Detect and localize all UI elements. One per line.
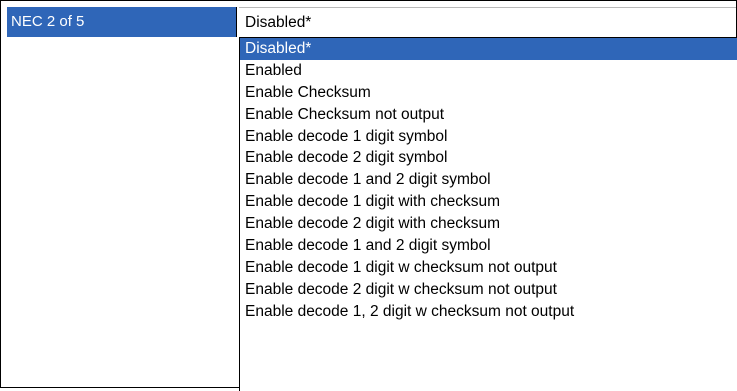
property-grid-frame: NEC 2 of 5 Disabled* Disabled* Enabled E… <box>0 0 737 391</box>
dropdown-option[interactable]: Enable decode 2 digit w checksum not out… <box>240 279 737 301</box>
dropdown-options-list[interactable]: Disabled* Enabled Enable Checksum Enable… <box>239 37 737 391</box>
dropdown-option[interactable]: Enable decode 1, 2 digit w checksum not … <box>240 301 737 323</box>
value-combobox[interactable]: Disabled* <box>239 7 736 37</box>
dropdown-option[interactable]: Enable decode 2 digit symbol <box>240 147 737 169</box>
dropdown-option[interactable]: Enabled <box>240 60 737 82</box>
dropdown-option[interactable]: Enable decode 1 and 2 digit symbol <box>240 235 737 257</box>
combobox-current-value: Disabled* <box>245 13 312 31</box>
dropdown-option[interactable]: Disabled* <box>240 38 737 60</box>
property-name-nec-2-of-5[interactable]: NEC 2 of 5 <box>7 7 237 37</box>
dropdown-option[interactable]: Enable Checksum not output <box>240 104 737 126</box>
dropdown-option[interactable]: Enable decode 2 digit with checksum <box>240 213 737 235</box>
dropdown-option[interactable]: Enable decode 1 and 2 digit symbol <box>240 169 737 191</box>
dropdown-option[interactable]: Enable decode 1 digit w checksum not out… <box>240 257 737 279</box>
dropdown-option[interactable]: Enable decode 1 digit symbol <box>240 126 737 148</box>
dropdown-option[interactable]: Enable decode 1 digit with checksum <box>240 191 737 213</box>
dropdown-option[interactable]: Enable Checksum <box>240 82 737 104</box>
